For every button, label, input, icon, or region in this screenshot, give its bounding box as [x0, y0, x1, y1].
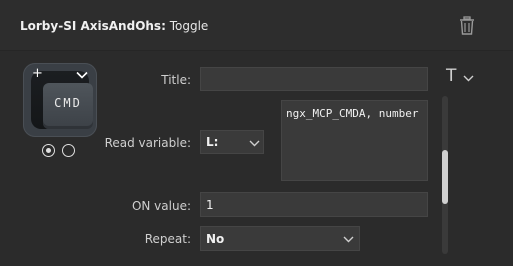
title-format-button[interactable]: T [446, 66, 456, 86]
delete-button[interactable] [458, 16, 476, 36]
title-input[interactable] [200, 67, 428, 91]
read-variable-textarea[interactable]: ngx_MCP_CMDA, number [281, 100, 428, 181]
radio-selected-dot [46, 148, 51, 153]
key-label: CMD [54, 96, 82, 110]
plus-icon[interactable]: + [32, 67, 43, 80]
text-format-icon: T [446, 66, 457, 86]
read-variable-type-value: L: [206, 135, 219, 149]
trash-icon [460, 16, 474, 35]
action-title: Lorby-SI AxisAndOhs: Toggle [20, 19, 208, 33]
repeat-label: Repeat: [144, 232, 191, 246]
header-divider [0, 50, 513, 51]
key-cap: CMD [43, 83, 93, 129]
chevron-down-icon [343, 236, 354, 243]
state-radio-2[interactable] [62, 144, 75, 157]
read-variable-type-select[interactable]: L: [200, 130, 264, 154]
scrollbar-thumb[interactable] [442, 150, 448, 204]
title-label: Title: [161, 73, 191, 87]
read-variable-label: Read variable: [104, 136, 191, 150]
repeat-select[interactable]: No [200, 226, 360, 251]
state-radio-1[interactable] [42, 144, 55, 157]
scrollbar[interactable] [442, 96, 448, 254]
on-value-input[interactable]: 1 [200, 192, 428, 217]
chevron-down-icon [249, 140, 260, 147]
read-variable-value: ngx_MCP_CMDA, number [286, 107, 419, 120]
action-type: Toggle [169, 19, 209, 33]
chevron-down-icon[interactable] [463, 75, 474, 82]
plugin-name: Lorby-SI AxisAndOhs: [20, 19, 166, 33]
on-value-text: 1 [206, 198, 214, 212]
repeat-value: No [206, 232, 225, 246]
on-value-label: ON value: [131, 199, 191, 213]
